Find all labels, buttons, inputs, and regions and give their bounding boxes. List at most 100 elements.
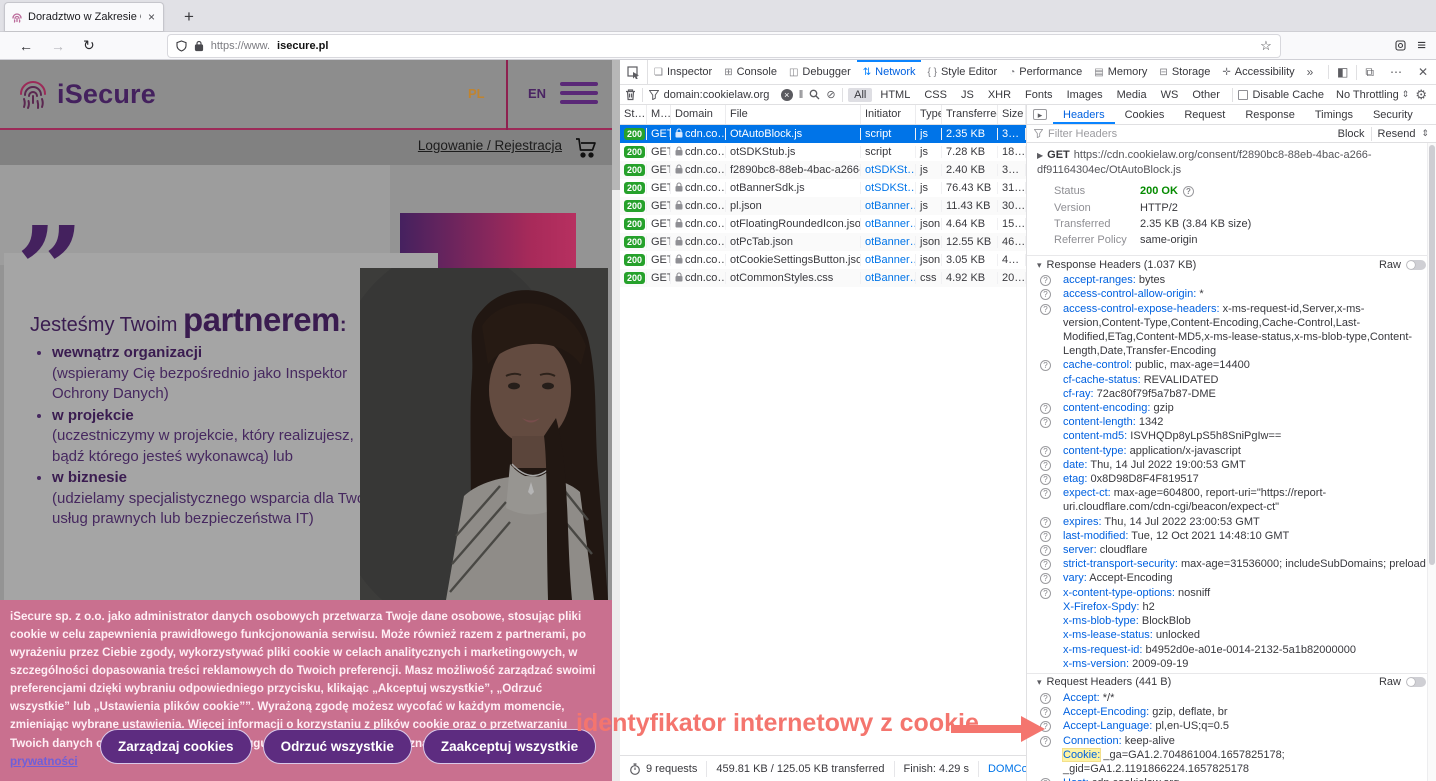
devtools-close-icon[interactable]: ✕ (1410, 65, 1436, 79)
info-icon[interactable]: ? (1040, 360, 1051, 371)
devtools-tab[interactable]: ⇅ Network (857, 60, 922, 84)
details-tab[interactable]: Security (1363, 105, 1423, 124)
url-filter-input[interactable]: domain:cookielaw.org × (649, 89, 793, 101)
details-tab[interactable]: Cookies (1115, 105, 1175, 124)
expand-caret-icon[interactable]: ▶ (1037, 151, 1043, 160)
column-header-domain[interactable]: Domain (671, 105, 726, 124)
type-filter-pill[interactable]: Other (1186, 88, 1226, 102)
section-caret-icon[interactable]: ▾ (1037, 675, 1042, 689)
type-filter-pill[interactable]: Images (1061, 88, 1109, 102)
lang-pl-button[interactable]: PL (468, 86, 485, 101)
filter-headers-input[interactable]: Filter Headers (1048, 128, 1117, 140)
details-tab[interactable]: Timings (1305, 105, 1363, 124)
pick-element-icon[interactable] (620, 60, 648, 84)
page-scrollbar[interactable] (612, 60, 620, 781)
details-scrollbar-thumb[interactable] (1429, 145, 1435, 565)
devtools-tab[interactable]: ❏ Inspector (648, 60, 718, 84)
cookie-banner-button[interactable]: Zaakceptuj wszystkie (423, 729, 596, 764)
info-icon[interactable]: ? (1040, 289, 1051, 300)
type-filter-pill[interactable]: JS (955, 88, 980, 102)
network-request-row[interactable]: 200 GET cdn.co… otPcTab.json otBanner… j… (620, 233, 1026, 251)
info-icon[interactable]: ? (1040, 275, 1051, 286)
request-url-line[interactable]: ▶GEThttps://cdn.cookielaw.org/consent/f2… (1027, 146, 1436, 180)
column-header-status[interactable]: St… (620, 105, 647, 124)
app-menu-icon[interactable]: ≡ (1417, 37, 1426, 54)
devtools-menu-icon[interactable]: ⋯ (1382, 65, 1410, 79)
type-filter-pill[interactable]: HTML (874, 88, 916, 102)
responsive-mode-icon[interactable]: ⧉ (1356, 65, 1382, 80)
details-tab[interactable]: Response (1235, 105, 1305, 124)
cookie-banner-button[interactable]: Zarządzaj cookies (100, 729, 252, 764)
type-filter-pill[interactable]: Fonts (1019, 88, 1059, 102)
site-menu-icon[interactable] (560, 82, 598, 109)
info-icon[interactable]: ? (1040, 488, 1051, 499)
devtools-tab[interactable]: { } Style Editor (921, 60, 1003, 84)
raw-toggle[interactable] (1406, 677, 1426, 687)
more-tabs-icon[interactable]: » (1301, 60, 1320, 84)
network-request-row[interactable]: 200 GET cdn.co… otFloatingRoundedIcon.js… (620, 215, 1026, 233)
network-request-row[interactable]: 200 GET cdn.co… otSDKStub.js script js 7… (620, 143, 1026, 161)
back-icon[interactable]: ← (10, 38, 42, 54)
info-icon[interactable]: ? (1040, 304, 1051, 315)
section-caret-icon[interactable]: ▾ (1037, 258, 1042, 272)
login-register-link[interactable]: Logowanie / Rejestracja (418, 138, 562, 153)
column-header-file[interactable]: File (726, 105, 861, 124)
details-scrollbar[interactable] (1427, 143, 1436, 781)
info-icon[interactable]: ? (1040, 474, 1051, 485)
request-headers-section[interactable]: ▾ Request Headers (441 B) Raw (1027, 673, 1436, 691)
column-header-transferred[interactable]: Transferred (942, 105, 998, 124)
disable-cache-checkbox[interactable] (1238, 90, 1248, 100)
devtools-tab[interactable]: ◔ Performance (1003, 60, 1088, 84)
network-request-row[interactable]: 200 GET cdn.co… f2890bc8-88eb-4bac-a266-… (620, 161, 1026, 179)
pause-recording-icon[interactable]: ‖ (799, 89, 804, 101)
info-icon[interactable]: ? (1040, 545, 1051, 556)
block-request-icon[interactable]: ⊘ (826, 88, 835, 101)
type-filter-pill[interactable]: All (848, 88, 872, 102)
info-icon[interactable]: ? (1040, 446, 1051, 457)
info-icon[interactable]: ? (1040, 573, 1051, 584)
info-icon[interactable]: ? (1183, 186, 1194, 197)
column-header-method[interactable]: M… (647, 105, 671, 124)
url-bar[interactable]: https://www.isecure.pl ☆ (168, 35, 1280, 57)
reload-icon[interactable]: ↻ (74, 37, 104, 54)
raw-toggle[interactable] (1406, 260, 1426, 270)
column-header-initiator[interactable]: Initiator (861, 105, 916, 124)
tab-close-icon[interactable]: × (146, 10, 157, 24)
network-request-row[interactable]: 200 GET cdn.co… otCookieSettingsButton.j… (620, 251, 1026, 269)
network-request-row[interactable]: 200 GET cdn.co… otBannerSdk.js otSDKSt… … (620, 179, 1026, 197)
column-header-type[interactable]: Type (916, 105, 942, 124)
info-icon[interactable]: ? (1040, 403, 1051, 414)
sidebar-toggle-icon[interactable]: ▸ (1033, 109, 1047, 120)
new-tab-button[interactable]: + (174, 2, 204, 31)
site-logo[interactable]: iSecure (16, 74, 156, 114)
type-filter-pill[interactable]: XHR (982, 88, 1017, 102)
forward-icon[interactable]: → (42, 38, 74, 54)
devtools-tab[interactable]: ✛ Accessibility (1216, 60, 1300, 84)
network-request-row[interactable]: 200 GET cdn.co… pl.json otBanner… js 11.… (620, 197, 1026, 215)
devtools-tab[interactable]: ⊞ Console (718, 60, 783, 84)
shield-icon[interactable] (176, 40, 187, 52)
clear-filter-icon[interactable]: × (781, 89, 793, 101)
network-request-row[interactable]: 200 GET cdn.co… otCommonStyles.css otBan… (620, 269, 1026, 287)
type-filter-pill[interactable]: Media (1111, 88, 1153, 102)
devtools-tab[interactable]: ▤ Memory (1088, 60, 1153, 84)
info-icon[interactable]: ? (1040, 531, 1051, 542)
type-filter-pill[interactable]: WS (1155, 88, 1185, 102)
browser-tab[interactable]: Doradztwo w Zakresie Ochrony Dany × (4, 2, 164, 31)
info-icon[interactable]: ? (1040, 588, 1051, 599)
info-icon[interactable]: ? (1040, 693, 1051, 704)
page-scrollbar-thumb[interactable] (612, 60, 620, 190)
clear-requests-icon[interactable] (625, 88, 636, 101)
info-icon[interactable]: ? (1040, 460, 1051, 471)
extensions-icon[interactable] (1394, 39, 1407, 52)
lock-icon[interactable] (194, 40, 204, 52)
search-icon[interactable] (809, 89, 820, 100)
throttling-dropdown[interactable]: No Throttling ⇕ (1336, 89, 1409, 101)
bookmark-star-icon[interactable]: ☆ (1260, 38, 1272, 54)
details-tab[interactable]: Request (1174, 105, 1235, 124)
details-tab[interactable]: Headers (1053, 105, 1115, 124)
type-filter-pill[interactable]: CSS (918, 88, 953, 102)
column-header-size[interactable]: Size (998, 105, 1026, 124)
devtools-tab[interactable]: ◫ Debugger (783, 60, 857, 84)
cookie-banner-button[interactable]: Odrzuć wszystkie (263, 729, 412, 764)
